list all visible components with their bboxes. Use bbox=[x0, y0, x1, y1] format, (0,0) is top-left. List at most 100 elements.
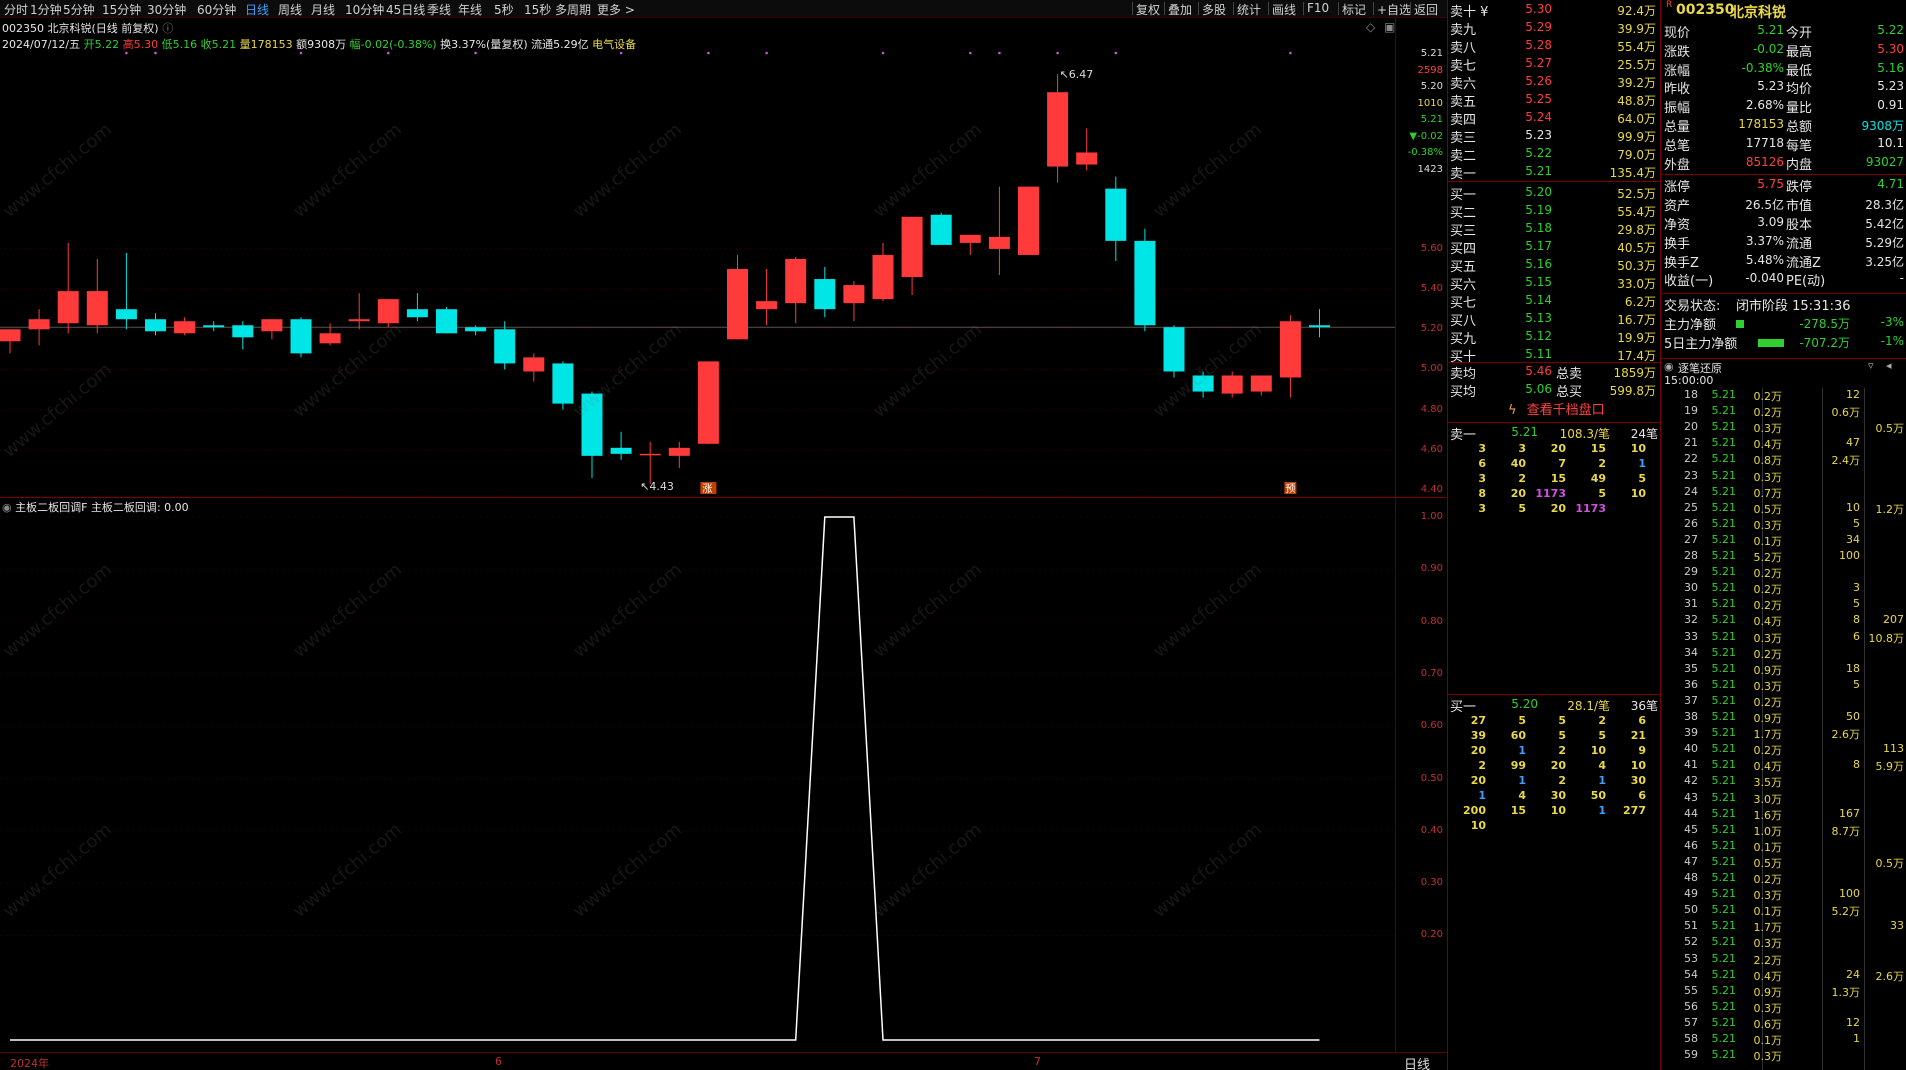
buy-level-price[interactable]: 5.19 bbox=[1508, 203, 1552, 217]
candle-body[interactable] bbox=[377, 299, 399, 324]
candle-body[interactable] bbox=[785, 258, 807, 304]
buy-level-price[interactable]: 5.17 bbox=[1508, 239, 1552, 253]
candle-body[interactable] bbox=[86, 291, 108, 326]
candle-body[interactable] bbox=[639, 453, 661, 456]
candle-body[interactable] bbox=[494, 329, 516, 364]
tab-0[interactable]: 分时 bbox=[4, 1, 28, 18]
candle-body[interactable] bbox=[756, 301, 778, 310]
sell-level-price[interactable]: 5.28 bbox=[1508, 38, 1552, 52]
tab-2[interactable]: 5分钟 bbox=[63, 1, 95, 18]
candle-body[interactable] bbox=[261, 319, 283, 332]
tab-7[interactable]: 周线 bbox=[278, 1, 302, 18]
tab-10[interactable]: 45日线 bbox=[386, 1, 425, 18]
tab-15[interactable]: 多周期 bbox=[555, 1, 591, 18]
sell-level-price[interactable]: 5.25 bbox=[1508, 92, 1552, 106]
candle-body[interactable] bbox=[1047, 92, 1069, 167]
tab-11[interactable]: 季线 bbox=[427, 1, 451, 18]
candle-body[interactable] bbox=[901, 216, 923, 278]
buy-level-price[interactable]: 5.12 bbox=[1508, 329, 1552, 343]
candle-body[interactable] bbox=[610, 447, 632, 454]
candle-body[interactable] bbox=[203, 325, 225, 328]
tab-8[interactable]: 月线 bbox=[311, 1, 335, 18]
toolbar-btn-7[interactable]: +自选 bbox=[1377, 1, 1411, 18]
candle-body[interactable] bbox=[348, 319, 370, 322]
candle-body[interactable] bbox=[1163, 327, 1185, 372]
candle-body[interactable] bbox=[843, 285, 865, 304]
buy-level-price[interactable]: 5.11 bbox=[1508, 347, 1552, 361]
candle-body[interactable] bbox=[930, 214, 952, 245]
period-label[interactable]: 日线 bbox=[1404, 1054, 1430, 1070]
candle-body[interactable] bbox=[581, 393, 603, 456]
candle-body[interactable] bbox=[959, 234, 981, 243]
candle-body[interactable] bbox=[988, 236, 1010, 249]
buy-level-price[interactable]: 5.18 bbox=[1508, 221, 1552, 235]
candle-body[interactable] bbox=[406, 309, 428, 318]
tab-16[interactable]: 更多 > bbox=[597, 1, 635, 18]
candle-body[interactable] bbox=[115, 309, 137, 320]
candle-body[interactable] bbox=[1134, 240, 1156, 326]
tab-14[interactable]: 15秒 bbox=[524, 1, 551, 18]
candle-body[interactable] bbox=[436, 309, 457, 334]
toolbar-btn-6[interactable]: 标记 bbox=[1342, 1, 1366, 18]
buy-level-price[interactable]: 5.16 bbox=[1508, 257, 1552, 271]
buy-level-price[interactable]: 5.14 bbox=[1508, 293, 1552, 307]
tick-filter-icon[interactable]: ▿ bbox=[1868, 359, 1874, 372]
tick-title-icon[interactable]: ◉ bbox=[1664, 360, 1674, 373]
candle-body[interactable] bbox=[1192, 375, 1214, 392]
candle-body[interactable] bbox=[465, 327, 487, 332]
candle-body[interactable] bbox=[1279, 321, 1301, 378]
candle-body[interactable] bbox=[28, 319, 50, 330]
candle-body[interactable] bbox=[1018, 186, 1039, 255]
toolbar-btn-3[interactable]: 统计 bbox=[1237, 1, 1261, 18]
sell-level-price[interactable]: 5.21 bbox=[1508, 164, 1552, 178]
candle-body[interactable] bbox=[552, 363, 574, 404]
candle-body[interactable] bbox=[1309, 325, 1330, 328]
candle-body[interactable] bbox=[668, 447, 690, 456]
tab-12[interactable]: 年线 bbox=[458, 1, 482, 18]
tab-3[interactable]: 15分钟 bbox=[102, 1, 141, 18]
chart-option-icon[interactable]: ◇ bbox=[1366, 20, 1375, 34]
toolbar-btn-4[interactable]: 画线 bbox=[1272, 1, 1296, 18]
candle-body[interactable] bbox=[1076, 152, 1098, 165]
candle-body[interactable] bbox=[697, 361, 719, 444]
candle-body[interactable] bbox=[523, 357, 545, 372]
buy-level-price[interactable]: 5.15 bbox=[1508, 275, 1552, 289]
indicator-chart[interactable] bbox=[0, 500, 1395, 1050]
candle-body[interactable] bbox=[1250, 375, 1272, 392]
candle-body[interactable] bbox=[232, 325, 254, 338]
sell-level-price[interactable]: 5.26 bbox=[1508, 74, 1552, 88]
toolbar-btn-8[interactable]: 返回 bbox=[1414, 1, 1438, 18]
candle-body[interactable] bbox=[290, 319, 312, 354]
candle-body[interactable] bbox=[1221, 375, 1243, 394]
candle-body[interactable] bbox=[174, 321, 196, 334]
tab-6[interactable]: 日线 bbox=[245, 1, 269, 18]
candle-body[interactable] bbox=[145, 319, 166, 332]
toolbar-btn-5[interactable]: F10 bbox=[1307, 1, 1329, 15]
tab-9[interactable]: 10分钟 bbox=[345, 1, 384, 18]
candle-body[interactable] bbox=[0, 329, 21, 342]
sell-level-price[interactable]: 5.24 bbox=[1508, 110, 1552, 124]
candle-body[interactable] bbox=[727, 269, 748, 340]
candle-body[interactable] bbox=[1105, 188, 1127, 241]
sell-level-price[interactable]: 5.30 bbox=[1508, 2, 1552, 16]
toolbar-btn-2[interactable]: 多股 bbox=[1202, 1, 1226, 18]
tab-13[interactable]: 5秒 bbox=[494, 1, 514, 18]
sell-level-price[interactable]: 5.23 bbox=[1508, 128, 1552, 142]
tab-1[interactable]: 1分钟 bbox=[30, 1, 62, 18]
toolbar-btn-1[interactable]: 叠加 bbox=[1168, 1, 1192, 18]
buy-level-price[interactable]: 5.20 bbox=[1508, 185, 1552, 199]
sell-level-price[interactable]: 5.29 bbox=[1508, 20, 1552, 34]
candlestick-chart[interactable]: ↖6.47 ↖4.43 涨 预 bbox=[0, 40, 1395, 500]
toolbar-btn-0[interactable]: 复权 bbox=[1136, 1, 1160, 18]
candle-body[interactable] bbox=[57, 291, 79, 324]
chart-window-icon[interactable]: ▣ bbox=[1384, 20, 1395, 34]
candle-body[interactable] bbox=[814, 279, 836, 310]
sell-level-price[interactable]: 5.22 bbox=[1508, 146, 1552, 160]
tab-5[interactable]: 60分钟 bbox=[197, 1, 236, 18]
candle-body[interactable] bbox=[872, 254, 894, 300]
tab-4[interactable]: 30分钟 bbox=[147, 1, 186, 18]
thousand-depth-link[interactable]: ϟ 查看千档盘口 bbox=[1508, 399, 1605, 418]
collapse-icon[interactable]: ⓘ bbox=[162, 22, 173, 35]
tick-scroll-icon[interactable]: ◂ bbox=[1886, 359, 1892, 372]
sell-level-price[interactable]: 5.27 bbox=[1508, 56, 1552, 70]
